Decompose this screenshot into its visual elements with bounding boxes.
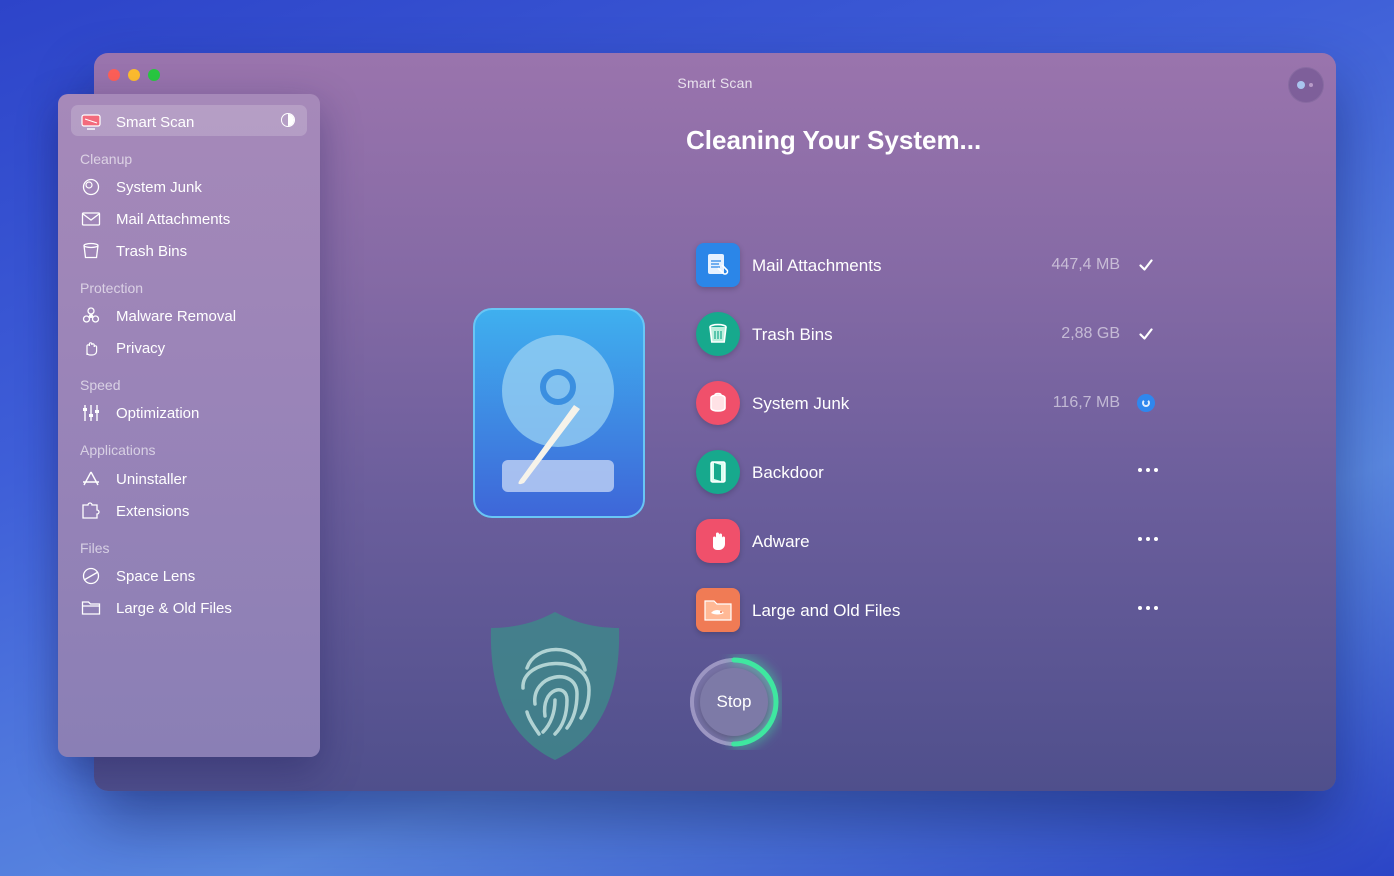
- sidebar-item-label: Smart Scan: [116, 113, 195, 131]
- sidebar-item-privacy[interactable]: Privacy: [80, 337, 165, 359]
- task-label: Large and Old Files: [752, 601, 901, 620]
- biohazard-icon: [80, 306, 102, 326]
- sliders-icon: [80, 403, 102, 423]
- task-label: System Junk: [752, 394, 850, 413]
- sidebar-item-label: Extensions: [116, 502, 190, 520]
- task-row: Adware: [696, 519, 1158, 567]
- trash-icon: [80, 241, 102, 261]
- sidebar-item-label: Trash Bins: [116, 242, 188, 260]
- section-files: Files: [80, 540, 110, 556]
- section-cleanup: Cleanup: [80, 151, 133, 167]
- sidebar-item-extensions[interactable]: Extensions: [80, 500, 189, 522]
- stop-button[interactable]: Stop: [700, 668, 768, 736]
- pending-dots-icon: [1138, 537, 1158, 541]
- task-label: Backdoor: [752, 463, 824, 482]
- task-size: 116,7 MB: [1052, 394, 1120, 411]
- task-row: Mail Attachments 447,4 MB: [696, 243, 1156, 291]
- sidebar-item-system-junk[interactable]: System Junk: [80, 176, 202, 198]
- task-row: Backdoor: [696, 450, 1158, 498]
- large-old-files-folder-icon: [696, 588, 740, 632]
- stop-control: Stop: [686, 654, 782, 750]
- pending-dots-icon: [1138, 468, 1158, 472]
- sidebar-item-malware-removal[interactable]: Malware Removal: [80, 305, 236, 327]
- task-size: 2,88 GB: [1061, 325, 1120, 342]
- task-row: Trash Bins 2,88 GB: [696, 312, 1156, 360]
- theme-toggle-icon[interactable]: [281, 113, 295, 127]
- trash-bin-icon: [696, 312, 740, 356]
- backdoor-icon: [696, 450, 740, 494]
- assistant-button[interactable]: [1288, 67, 1324, 103]
- task-label: Trash Bins: [752, 325, 833, 344]
- task-size: 447,4 MB: [1051, 256, 1120, 273]
- checkmark-icon: [1136, 324, 1156, 344]
- mail-attachments-icon: [696, 243, 740, 287]
- sidebar-item-trash-bins[interactable]: Trash Bins: [80, 240, 187, 262]
- sidebar: Smart Scan Cleanup System Junk Mail Atta…: [58, 94, 320, 757]
- system-junk-icon: [80, 177, 102, 197]
- hard-drive-illustration: [473, 308, 645, 518]
- sidebar-item-label: Space Lens: [116, 567, 196, 585]
- sidebar-item-mail-attachments[interactable]: Mail Attachments: [80, 208, 230, 230]
- space-lens-icon: [80, 566, 102, 586]
- sidebar-item-uninstaller[interactable]: Uninstaller: [80, 468, 187, 490]
- app-store-icon: [80, 469, 102, 489]
- sidebar-item-label: Malware Removal: [116, 307, 237, 325]
- sidebar-item-label: Uninstaller: [116, 470, 187, 488]
- smart-scan-icon: [80, 112, 102, 132]
- sidebar-item-label: System Junk: [116, 178, 202, 196]
- window-title: Smart Scan: [677, 75, 753, 91]
- section-protection: Protection: [80, 280, 144, 296]
- adware-hand-icon: [696, 519, 740, 563]
- folder-icon: [80, 598, 102, 618]
- section-speed: Speed: [80, 377, 121, 393]
- sidebar-item-label: Mail Attachments: [116, 210, 231, 228]
- hand-icon: [80, 338, 102, 358]
- progress-spinner-icon: [1136, 393, 1156, 413]
- task-row: Large and Old Files: [696, 588, 1158, 636]
- sidebar-item-label: Large & Old Files: [116, 599, 232, 617]
- task-label: Mail Attachments: [752, 256, 882, 275]
- fingerprint-shield-illustration: [490, 612, 620, 760]
- envelope-icon: [80, 209, 102, 229]
- checkmark-icon: [1136, 255, 1156, 275]
- task-label: Adware: [752, 532, 810, 551]
- pending-dots-icon: [1138, 606, 1158, 610]
- sidebar-item-space-lens[interactable]: Space Lens: [80, 565, 195, 587]
- sidebar-item-optimization[interactable]: Optimization: [80, 402, 199, 424]
- task-row: System Junk 116,7 MB: [696, 381, 1156, 429]
- system-junk-icon: [696, 381, 740, 425]
- sidebar-item-large-old-files[interactable]: Large & Old Files: [80, 597, 232, 619]
- puzzle-icon: [80, 501, 102, 521]
- sidebar-item-label: Optimization: [116, 404, 200, 422]
- sidebar-item-smart-scan-row[interactable]: Smart Scan: [80, 111, 194, 133]
- page-title: Cleaning Your System...: [686, 125, 982, 155]
- section-applications: Applications: [80, 442, 156, 458]
- sidebar-item-label: Privacy: [116, 339, 166, 357]
